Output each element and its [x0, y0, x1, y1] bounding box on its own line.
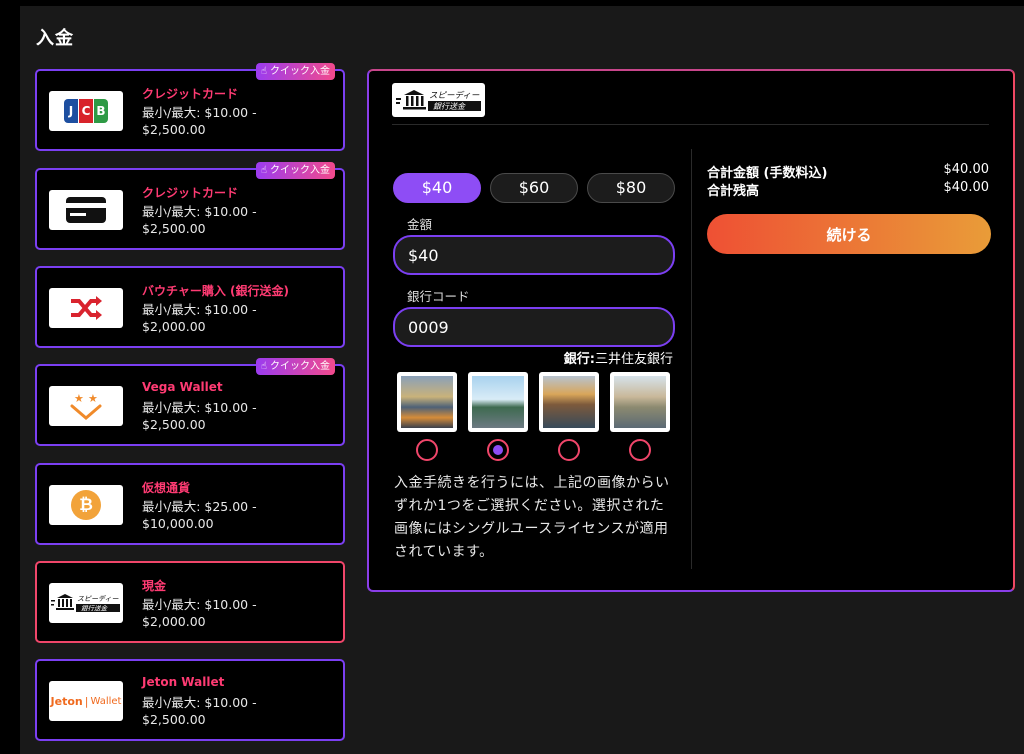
method-limits: 最小/最大: $10.00 - $2,000.00 — [142, 302, 257, 334]
bank-transfer-logo: スピーディー 銀行送金 — [392, 83, 485, 117]
total-fee-row: 合計金額 (手数料込) $40.00 — [707, 162, 989, 181]
svg-text:銀行送金: 銀行送金 — [433, 102, 466, 111]
bitcoin-icon: ₿ — [49, 485, 123, 525]
jcb-logo: J C B — [49, 91, 123, 131]
payment-method-crypto[interactable]: ₿ 仮想通貨 最小/最大: $25.00 - $10,000.00 — [35, 463, 345, 545]
image-selection-notice: 入金手続きを行うには、上記の画像からいずれか1つをご選択ください。選択された画像… — [394, 475, 670, 560]
payment-method-credit-card[interactable]: ☝ クイック入金 クレジットカード 最小/最大: $10.00 - $2,500.… — [35, 162, 345, 250]
method-name: Vega Wallet — [142, 380, 223, 394]
page-title: 入金 — [36, 28, 74, 49]
image-option-4[interactable] — [610, 372, 670, 432]
station-photo — [401, 376, 453, 428]
hand-icon: ☝ — [260, 361, 267, 372]
method-name: クレジットカード — [142, 186, 239, 200]
column-divider — [691, 149, 692, 569]
payment-method-credit-card-jcb[interactable]: ☝ クイック入金 J C B クレジットカード 最小/最大: $10.00 - $… — [35, 63, 345, 151]
total-balance-value: $40.00 — [943, 180, 990, 195]
method-limits: 最小/最大: $25.00 - $10,000.00 — [142, 499, 257, 531]
svg-text:銀行送金: 銀行送金 — [81, 605, 109, 613]
jeton-wallet-logo: Jeton | Wallet — [49, 681, 123, 721]
amount-preset-60[interactable]: $60 — [490, 173, 578, 203]
payment-method-vega-wallet[interactable]: ☝ クイック入金 ★ ★ Vega Wallet 最小/最大: $10.00 - $… — [35, 358, 345, 446]
method-limits: 最小/最大: $10.00 - $2,000.00 — [142, 597, 257, 629]
platform-photo — [543, 376, 595, 428]
crossing-photo — [614, 376, 666, 428]
method-limits: 最小/最大: $10.00 - $2,500.00 — [142, 695, 257, 727]
bank-code-label: 銀行コード — [407, 289, 470, 304]
image-radio-2[interactable] — [487, 439, 509, 461]
continue-button[interactable]: 続ける — [707, 214, 991, 254]
shuffle-icon — [49, 288, 123, 328]
payment-method-jeton-wallet[interactable]: Jeton | Wallet Jeton Wallet 最小/最大: $10.00 … — [35, 659, 345, 741]
method-limits: 最小/最大: $10.00 - $2,500.00 — [142, 105, 257, 137]
method-name: Jeton Wallet — [142, 675, 225, 689]
image-radio-1[interactable] — [416, 439, 438, 461]
amount-preset-80[interactable]: $80 — [587, 173, 675, 203]
bank-code-input[interactable] — [393, 307, 675, 347]
method-limits: 最小/最大: $10.00 - $2,500.00 — [142, 400, 257, 432]
divider — [392, 124, 989, 125]
total-balance-row: 合計残高 $40.00 — [707, 180, 989, 199]
payment-method-voucher[interactable]: バウチャー購入 (銀行送金) 最小/最大: $10.00 - $2,000.00 — [35, 266, 345, 348]
hand-icon: ☝ — [260, 165, 267, 176]
quick-deposit-badge: ☝ クイック入金 — [255, 358, 335, 375]
svg-text:★: ★ — [74, 392, 84, 405]
image-option-1[interactable] — [397, 372, 457, 432]
amount-preset-40[interactable]: $40 — [393, 173, 481, 203]
amount-input[interactable] — [393, 235, 675, 275]
image-radio-4[interactable] — [629, 439, 651, 461]
method-name: 現金 — [142, 579, 167, 593]
total-balance-label: 合計残高 — [707, 184, 760, 199]
amount-label: 金額 — [407, 217, 433, 232]
vega-wallet-logo: ★ ★ — [49, 386, 123, 426]
total-fee-label: 合計金額 (手数料込) — [707, 166, 828, 181]
method-name: 仮想通貨 — [142, 481, 191, 495]
image-radio-3[interactable] — [558, 439, 580, 461]
bank-name: 銀行:三井住友銀行 — [563, 352, 673, 367]
bank-transfer-logo: スピーディー 銀行送金 — [49, 583, 123, 623]
method-limits: 最小/最大: $10.00 - $2,500.00 — [142, 204, 257, 236]
railway-photo — [472, 376, 524, 428]
total-fee-value: $40.00 — [943, 162, 990, 177]
hand-icon: ☝ — [260, 66, 267, 77]
method-name: バウチャー購入 (銀行送金) — [142, 284, 290, 298]
quick-deposit-badge: ☝ クイック入金 — [255, 162, 335, 179]
deposit-panel: スピーディー 銀行送金 $40 $60 $80 金額 銀行コード 銀行:三井住友… — [367, 69, 1015, 592]
payment-method-cash[interactable]: スピーディー 銀行送金 現金 最小/最大: $10.00 - $2,000.00 — [35, 561, 345, 643]
method-name: クレジットカード — [142, 87, 239, 101]
credit-card-icon — [49, 190, 123, 230]
quick-deposit-badge: ☝ クイック入金 — [255, 63, 335, 80]
image-option-3[interactable] — [539, 372, 599, 432]
svg-text:スピーディー: スピーディー — [77, 595, 120, 603]
svg-text:★: ★ — [88, 392, 98, 405]
image-option-2[interactable] — [468, 372, 528, 432]
svg-text:スピーディー: スピーディー — [429, 90, 480, 101]
